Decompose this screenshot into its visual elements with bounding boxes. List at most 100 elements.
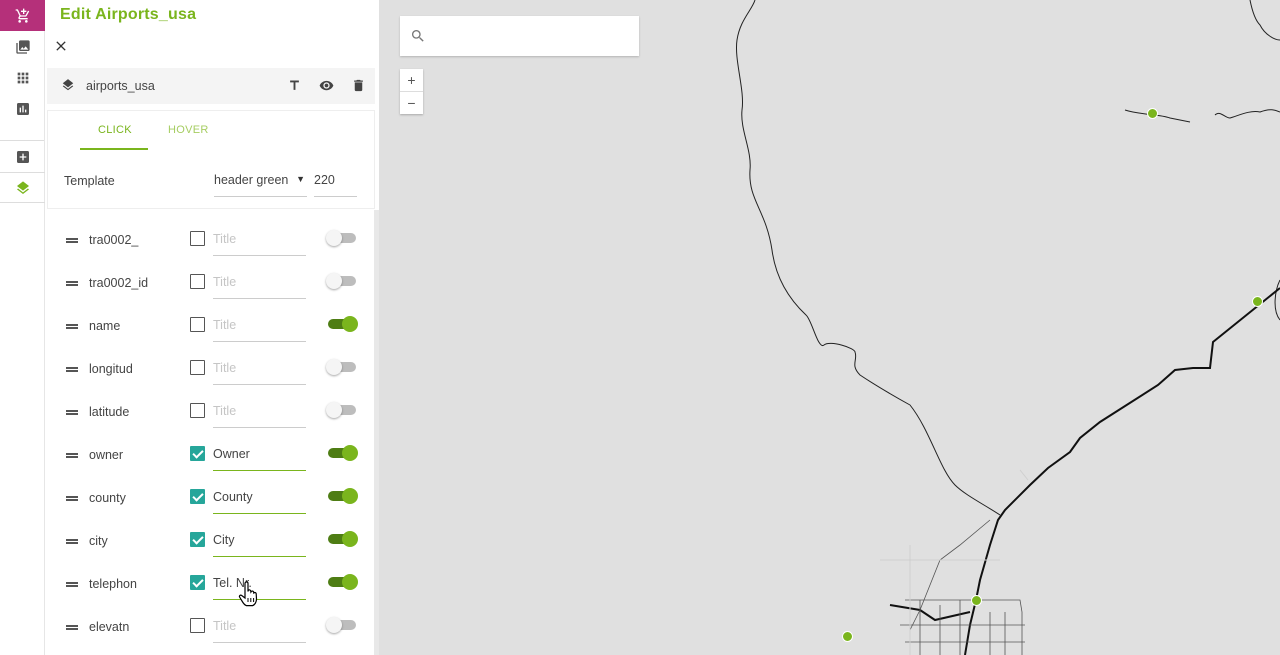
airport-marker[interactable]: [1252, 296, 1263, 307]
field-title-checkbox[interactable]: [190, 489, 205, 504]
field-title-checkbox[interactable]: [190, 618, 205, 633]
divider: [47, 208, 375, 209]
zoom-out-button[interactable]: −: [400, 91, 423, 113]
field-name: latitude: [89, 405, 130, 419]
tab-hover[interactable]: HOVER: [168, 124, 209, 136]
field-visibility-toggle[interactable]: [326, 273, 356, 289]
field-title-checkbox[interactable]: [190, 446, 205, 461]
field-visibility-toggle[interactable]: [326, 230, 356, 246]
field-row: owner Owner: [47, 434, 373, 477]
airport-marker[interactable]: [842, 631, 853, 642]
field-name: elevatn: [89, 620, 130, 634]
field-visibility-toggle[interactable]: [328, 488, 358, 504]
cart-icon[interactable]: [0, 0, 45, 31]
toggle-knob: [342, 488, 358, 504]
field-row: elevatn Title: [47, 606, 373, 649]
drag-handle-icon[interactable]: [66, 453, 78, 458]
template-label: Template: [64, 174, 115, 188]
field-title-checkbox[interactable]: [190, 403, 205, 418]
search-icon: [412, 30, 424, 42]
delete-icon[interactable]: [349, 76, 367, 94]
image-icon[interactable]: [0, 31, 45, 62]
drag-handle-icon[interactable]: [66, 582, 78, 587]
field-title-checkbox[interactable]: [190, 532, 205, 547]
field-visibility-toggle[interactable]: [328, 574, 358, 590]
field-name: tra0002_id: [89, 276, 149, 290]
field-visibility-toggle[interactable]: [326, 617, 356, 633]
map-view[interactable]: + −: [380, 0, 1280, 655]
field-title-input[interactable]: Title: [213, 613, 306, 643]
field-title-checkbox[interactable]: [190, 274, 205, 289]
drag-handle-icon[interactable]: [66, 281, 78, 286]
template-select-value: header green: [214, 173, 289, 187]
field-visibility-toggle[interactable]: [326, 402, 356, 418]
field-name: tra0002_: [89, 233, 139, 247]
chart-icon[interactable]: [0, 93, 45, 124]
field-title-checkbox[interactable]: [190, 360, 205, 375]
apps-grid-icon[interactable]: [0, 62, 45, 93]
field-title-input[interactable]: Title: [213, 312, 306, 342]
drag-handle-icon[interactable]: [66, 410, 78, 415]
panel-title: Edit Airports_usa: [60, 6, 197, 23]
tab-click[interactable]: CLICK: [98, 124, 132, 136]
field-title-input[interactable]: Title: [213, 355, 306, 385]
layers-icon: [61, 78, 77, 94]
close-icon[interactable]: [53, 38, 69, 54]
toggle-knob: [342, 445, 358, 461]
airport-marker[interactable]: [971, 595, 982, 606]
add-box-icon[interactable]: [0, 141, 45, 172]
field-title-input[interactable]: Title: [213, 398, 306, 428]
app-root: Edit Airports_usa airports_usa CLICK HOV…: [0, 0, 1280, 655]
zoom-control: + −: [400, 69, 423, 114]
field-title-input[interactable]: Title: [213, 226, 306, 256]
airport-marker[interactable]: [1147, 108, 1158, 119]
template-width-input[interactable]: 220: [314, 167, 357, 197]
eye-icon[interactable]: [317, 76, 335, 94]
field-visibility-toggle[interactable]: [328, 531, 358, 547]
field-row: latitude Title: [47, 391, 373, 434]
drag-handle-icon[interactable]: [66, 238, 78, 243]
field-visibility-toggle[interactable]: [328, 445, 358, 461]
scrollbar[interactable]: [374, 210, 379, 655]
toggle-knob: [342, 574, 358, 590]
field-title-input[interactable]: City: [213, 527, 306, 557]
basemap: [735, 0, 1280, 655]
field-title-input[interactable]: Title: [213, 269, 306, 299]
toggle-knob: [326, 230, 342, 246]
field-visibility-toggle[interactable]: [326, 359, 356, 375]
layer-actions: [285, 76, 367, 94]
drag-handle-icon[interactable]: [66, 496, 78, 501]
toggle-knob: [326, 617, 342, 633]
field-title-checkbox[interactable]: [190, 231, 205, 246]
edit-layer-panel: Edit Airports_usa airports_usa CLICK HOV…: [45, 0, 380, 655]
hand-cursor-icon: [238, 581, 260, 607]
template-row: Template header green ▼ 220: [47, 150, 375, 208]
field-name: name: [89, 319, 121, 333]
toggle-knob: [326, 273, 342, 289]
field-row: longitud Title: [47, 348, 373, 391]
drag-handle-icon[interactable]: [66, 324, 78, 329]
toggle-knob: [342, 316, 358, 332]
drag-handle-icon[interactable]: [66, 625, 78, 630]
field-title-input[interactable]: Owner: [213, 441, 306, 471]
caret-down-icon: ▼: [296, 174, 305, 184]
field-row: tra0002_ Title: [47, 219, 373, 262]
left-rail: [0, 0, 45, 655]
field-list: tra0002_ Title tra0002_id Title name Title lon…: [47, 219, 373, 649]
field-title-checkbox[interactable]: [190, 575, 205, 590]
field-row: telephon Tel. Nr.: [47, 563, 373, 606]
drag-handle-icon[interactable]: [66, 539, 78, 544]
field-name: county: [89, 491, 126, 505]
text-format-icon[interactable]: [285, 76, 303, 94]
field-title-checkbox[interactable]: [190, 317, 205, 332]
field-visibility-toggle[interactable]: [328, 316, 358, 332]
field-name: city: [89, 534, 108, 548]
field-title-input[interactable]: County: [213, 484, 306, 514]
field-name: owner: [89, 448, 124, 462]
field-row: tra0002_id Title: [47, 262, 373, 305]
zoom-in-button[interactable]: +: [400, 69, 423, 91]
map-search[interactable]: [400, 16, 639, 56]
layers-icon[interactable]: [0, 172, 45, 203]
drag-handle-icon[interactable]: [66, 367, 78, 372]
template-select[interactable]: header green ▼: [214, 167, 307, 197]
